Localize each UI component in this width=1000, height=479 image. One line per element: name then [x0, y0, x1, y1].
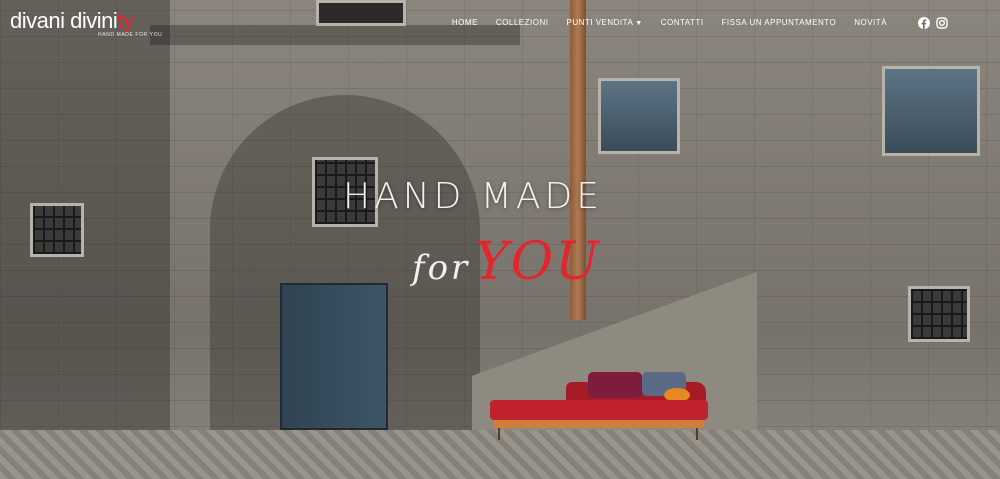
- hero-headline: HAND MADE: [343, 176, 603, 217]
- chevron-down-icon: ▼: [635, 19, 643, 27]
- nav-novita[interactable]: NOVITÀ: [854, 18, 887, 27]
- instagram-icon[interactable]: [936, 16, 948, 29]
- main-navigation: HOME COLLEZIONI PUNTI VENDITA ▼ CONTATTI …: [443, 16, 1000, 29]
- logo-text: divani divini: [10, 8, 118, 33]
- sofa-leg: [696, 428, 698, 440]
- window-center: [598, 78, 680, 154]
- left-building-shadow: [0, 0, 170, 440]
- barred-window-right: [908, 286, 970, 342]
- hero-script-for: for: [412, 248, 471, 288]
- upper-window: [316, 0, 406, 26]
- cobblestone-ground: [0, 430, 1000, 479]
- hero-banner: divani divinity HAND MADE FOR YOU HOME C…: [0, 0, 1000, 479]
- nav-home[interactable]: HOME: [452, 18, 478, 27]
- blue-wooden-door: [280, 283, 388, 430]
- hero-script-you: YOU: [474, 232, 602, 292]
- facebook-icon[interactable]: [918, 16, 930, 29]
- balcony-ledge: [150, 25, 520, 45]
- nav-contatti[interactable]: CONTATTI: [661, 18, 704, 27]
- nav-fissa-appuntamento[interactable]: FISSA UN APPUNTAMENTO: [722, 18, 837, 27]
- nav-punti-vendita[interactable]: PUNTI VENDITA ▼: [566, 18, 642, 27]
- site-logo[interactable]: divani divinity HAND MADE FOR YOU: [10, 8, 162, 38]
- nav-punti-vendita-label: PUNTI VENDITA: [566, 17, 634, 27]
- logo-accent: ty: [117, 8, 134, 33]
- nav-collezioni[interactable]: COLLEZIONI: [496, 18, 549, 27]
- social-links: [918, 16, 948, 29]
- sofa-seat: [490, 400, 708, 420]
- logo-tagline: HAND MADE FOR YOU: [98, 32, 163, 38]
- sofa-leg: [498, 428, 500, 440]
- barred-window-left: [30, 203, 84, 257]
- sofa-pillow: [588, 372, 642, 398]
- sofa-base: [494, 420, 704, 428]
- hero-script-text: forYOU: [412, 232, 601, 292]
- window-right: [882, 66, 980, 156]
